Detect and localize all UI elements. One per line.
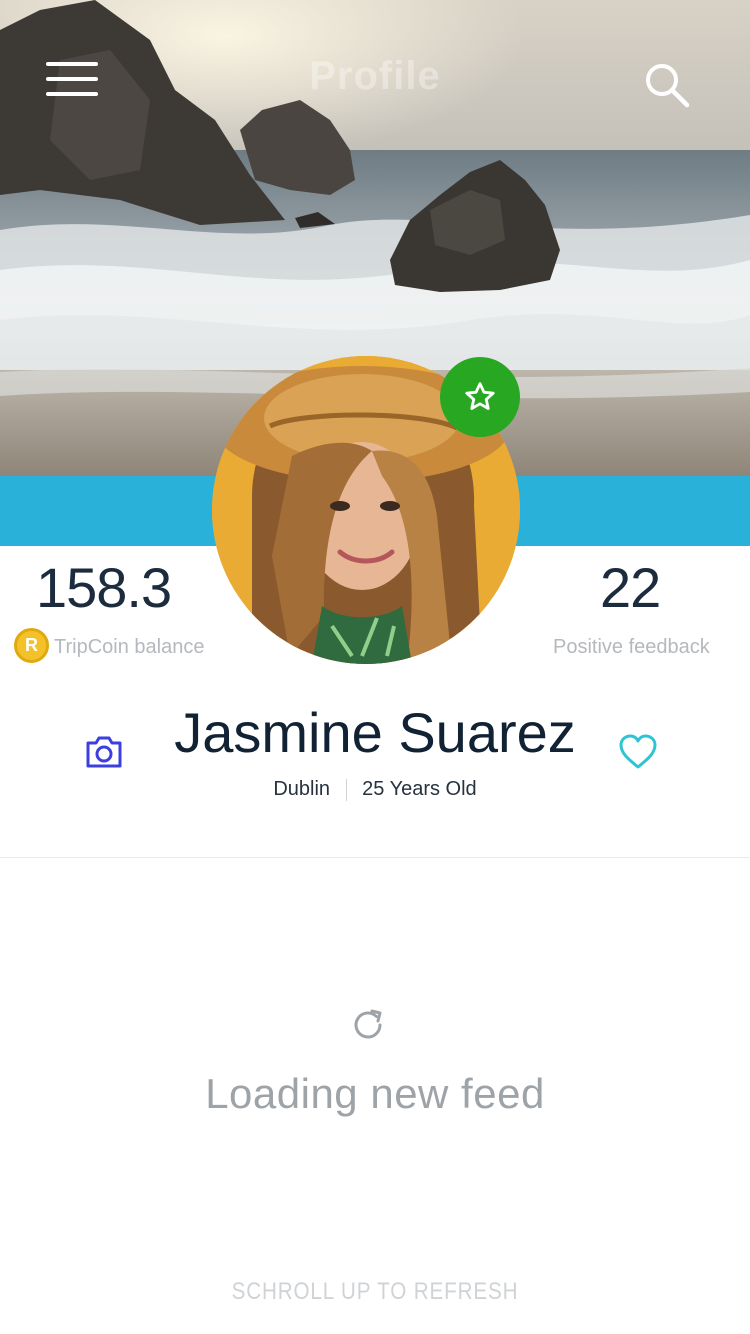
search-icon <box>646 64 690 108</box>
loading-feed-text: Loading new feed <box>205 1070 545 1117</box>
like-button[interactable] <box>618 733 658 771</box>
profile-meta: Dublin 25 Years Old <box>0 778 750 801</box>
tripcoin-balance-label: TripCoin balance <box>54 636 205 658</box>
tripcoin-balance-value: 158.3 <box>36 556 172 619</box>
tripcoin-icon: R <box>14 628 49 663</box>
page-title: Profile <box>309 54 441 98</box>
refresh-icon <box>354 1009 382 1039</box>
positive-feedback-value: 22 <box>600 556 661 619</box>
meta-separator <box>345 778 347 801</box>
profile-city: Dublin <box>273 778 331 800</box>
search-button[interactable] <box>642 60 692 110</box>
heart-icon <box>619 734 657 769</box>
positive-feedback-label: Positive feedback <box>553 636 710 658</box>
section-divider <box>0 857 750 858</box>
star-icon <box>465 382 495 410</box>
favorite-badge-button[interactable] <box>440 357 520 437</box>
pull-to-refresh-hint: SCHROLL UP TO REFRESH <box>231 1278 519 1305</box>
profile-age: 25 Years Old <box>362 778 477 800</box>
